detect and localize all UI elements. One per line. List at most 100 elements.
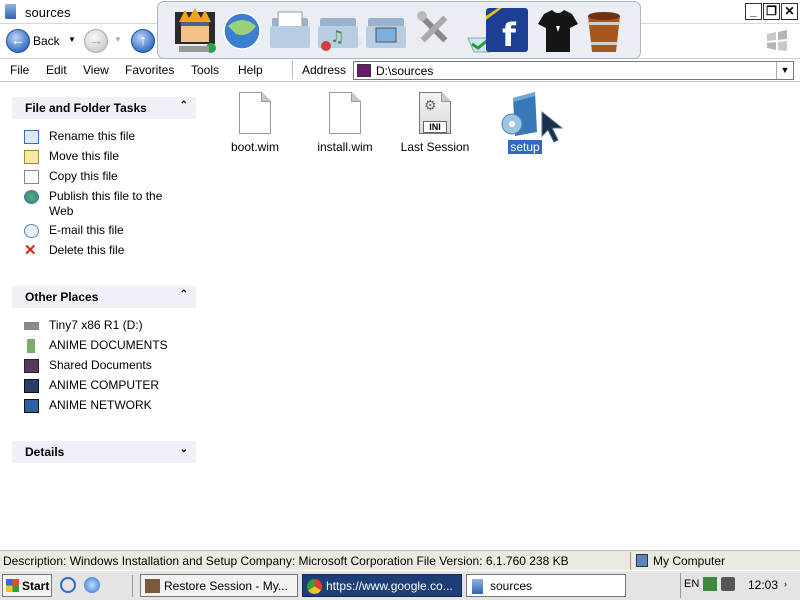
folder-icon <box>472 579 483 594</box>
place-label: Tiny7 x86 R1 (D:) <box>49 318 143 332</box>
menu-help[interactable]: Help <box>238 63 263 77</box>
file-name: Last Session <box>400 140 470 154</box>
rename-icon <box>24 130 39 144</box>
ie-quicklaunch-icon[interactable] <box>60 577 76 593</box>
task-label: Copy this file <box>49 169 118 183</box>
taskbar-item-label: Restore Session - My... <box>164 579 288 593</box>
address-label: Address <box>302 63 347 77</box>
mouse-cursor-icon <box>541 110 564 143</box>
tray-expand-icon[interactable]: › <box>784 579 787 589</box>
taskbar-item-chrome[interactable]: https://www.google.co... <box>302 574 462 597</box>
t-shirt-icon[interactable] <box>536 8 580 54</box>
network-tray-icon[interactable] <box>703 577 717 591</box>
address-field[interactable]: D:\sources ▼ <box>353 61 794 80</box>
other-places-title: Other Places <box>25 290 99 304</box>
back-button-label[interactable]: Back <box>33 34 60 48</box>
move-icon <box>24 150 39 164</box>
collapse-chevron-icon[interactable]: ⌃ <box>180 100 188 111</box>
back-dropdown-icon[interactable]: ▼ <box>68 35 76 44</box>
details-header[interactable]: Details ⌄ <box>12 441 196 463</box>
minimize-button[interactable]: _ <box>745 3 762 20</box>
menu-favorites[interactable]: Favorites <box>125 63 174 77</box>
windows-flag-icon <box>6 579 19 592</box>
expand-chevron-icon[interactable]: ⌄ <box>180 444 188 455</box>
facebook-icon[interactable]: f <box>486 8 530 54</box>
forward-dropdown-icon[interactable]: ▼ <box>114 35 122 44</box>
file-tasks-header[interactable]: File and Folder Tasks ⌃ <box>12 97 196 119</box>
place-label: ANIME NETWORK <box>49 398 152 412</box>
drive-icon <box>357 64 371 77</box>
documents-icon <box>27 339 35 353</box>
status-location: My Computer <box>653 554 726 568</box>
document-icon <box>239 92 271 134</box>
my-computer-icon <box>636 554 648 567</box>
taskbar-separator <box>132 575 133 597</box>
menu-edit[interactable]: Edit <box>46 63 67 77</box>
task-label: Delete this file <box>49 243 125 257</box>
task-label: Rename this file <box>49 129 136 143</box>
tools-icon[interactable] <box>412 8 456 54</box>
address-dropdown-icon[interactable]: ▼ <box>776 62 793 79</box>
place-label: Shared Documents <box>49 358 152 372</box>
menu-file[interactable]: File <box>10 63 29 77</box>
dock: ♫ f <box>157 1 641 59</box>
details-title: Details <box>25 445 65 459</box>
menu-separator <box>292 61 293 79</box>
firefox-icon <box>145 579 160 593</box>
windows-logo-icon <box>767 30 787 51</box>
file-name: boot.wim <box>230 140 280 154</box>
browser-quicklaunch-icon[interactable] <box>84 577 100 593</box>
other-places-header[interactable]: Other Places ⌃ <box>12 286 196 308</box>
up-folder-icon[interactable]: ↑ <box>131 29 155 53</box>
svg-text:f: f <box>502 16 517 54</box>
start-button[interactable]: Start <box>2 574 52 597</box>
chrome-icon <box>307 579 322 594</box>
taskbar-item-label: https://www.google.co... <box>326 579 453 593</box>
place-label: ANIME COMPUTER <box>49 378 160 392</box>
menu-tools[interactable]: Tools <box>191 63 219 77</box>
documents-folder-icon[interactable] <box>268 8 312 54</box>
svg-text:♫: ♫ <box>330 27 344 46</box>
system-tray: EN 12:03 › <box>680 573 798 598</box>
forward-arrow-icon[interactable]: → <box>84 29 108 53</box>
window-title: sources <box>25 5 71 20</box>
task-publish[interactable]: Publish this file to the Web <box>24 189 194 221</box>
avatar-icon[interactable] <box>173 8 217 54</box>
music-folder-icon[interactable]: ♫ <box>316 8 360 54</box>
taskbar-item-restore-session[interactable]: Restore Session - My... <box>140 574 298 597</box>
shared-folder-icon <box>24 359 39 373</box>
task-label: E-mail this file <box>49 223 124 237</box>
taskbar-item-sources[interactable]: sources <box>466 574 626 597</box>
clock[interactable]: 12:03 <box>748 578 778 592</box>
folder-icon <box>5 4 16 19</box>
start-label: Start <box>22 579 50 593</box>
address-value[interactable]: D:\sources <box>376 64 433 78</box>
taskbar: Start Restore Session - My... https://ww… <box>0 570 800 600</box>
status-description: Description: Windows Installation and Se… <box>3 554 569 568</box>
delete-icon: ✕ <box>24 242 37 259</box>
globe-icon[interactable] <box>220 8 264 54</box>
file-tasks-title: File and Folder Tasks <box>25 101 147 115</box>
task-label: Publish this file to the Web <box>49 189 163 218</box>
pictures-folder-icon[interactable] <box>364 8 408 54</box>
taskbar-item-label: sources <box>490 579 533 593</box>
back-arrow-icon[interactable]: ← <box>6 29 30 53</box>
ini-file-icon: ⚙ INI <box>419 92 451 134</box>
menu-view[interactable]: View <box>83 63 109 77</box>
close-button[interactable]: ✕ <box>781 3 798 20</box>
email-icon <box>24 224 39 238</box>
volume-tray-icon[interactable] <box>721 577 735 591</box>
status-bar: Description: Windows Installation and Se… <box>0 550 800 570</box>
computer-icon <box>24 379 39 393</box>
bucket-icon[interactable] <box>582 8 626 54</box>
status-separator <box>630 552 631 570</box>
drive-icon <box>24 322 39 330</box>
copy-icon <box>24 170 39 184</box>
globe-icon <box>24 190 39 204</box>
file-name: install.wim <box>317 140 373 154</box>
other-places-pane: Tiny7 x86 R1 (D:) ANIME DOCUMENTS Shared… <box>12 308 196 426</box>
collapse-chevron-icon[interactable]: ⌃ <box>180 289 188 300</box>
language-indicator[interactable]: EN <box>684 578 699 590</box>
restore-button[interactable]: ❐ <box>763 3 780 20</box>
place-label: ANIME DOCUMENTS <box>49 338 168 352</box>
